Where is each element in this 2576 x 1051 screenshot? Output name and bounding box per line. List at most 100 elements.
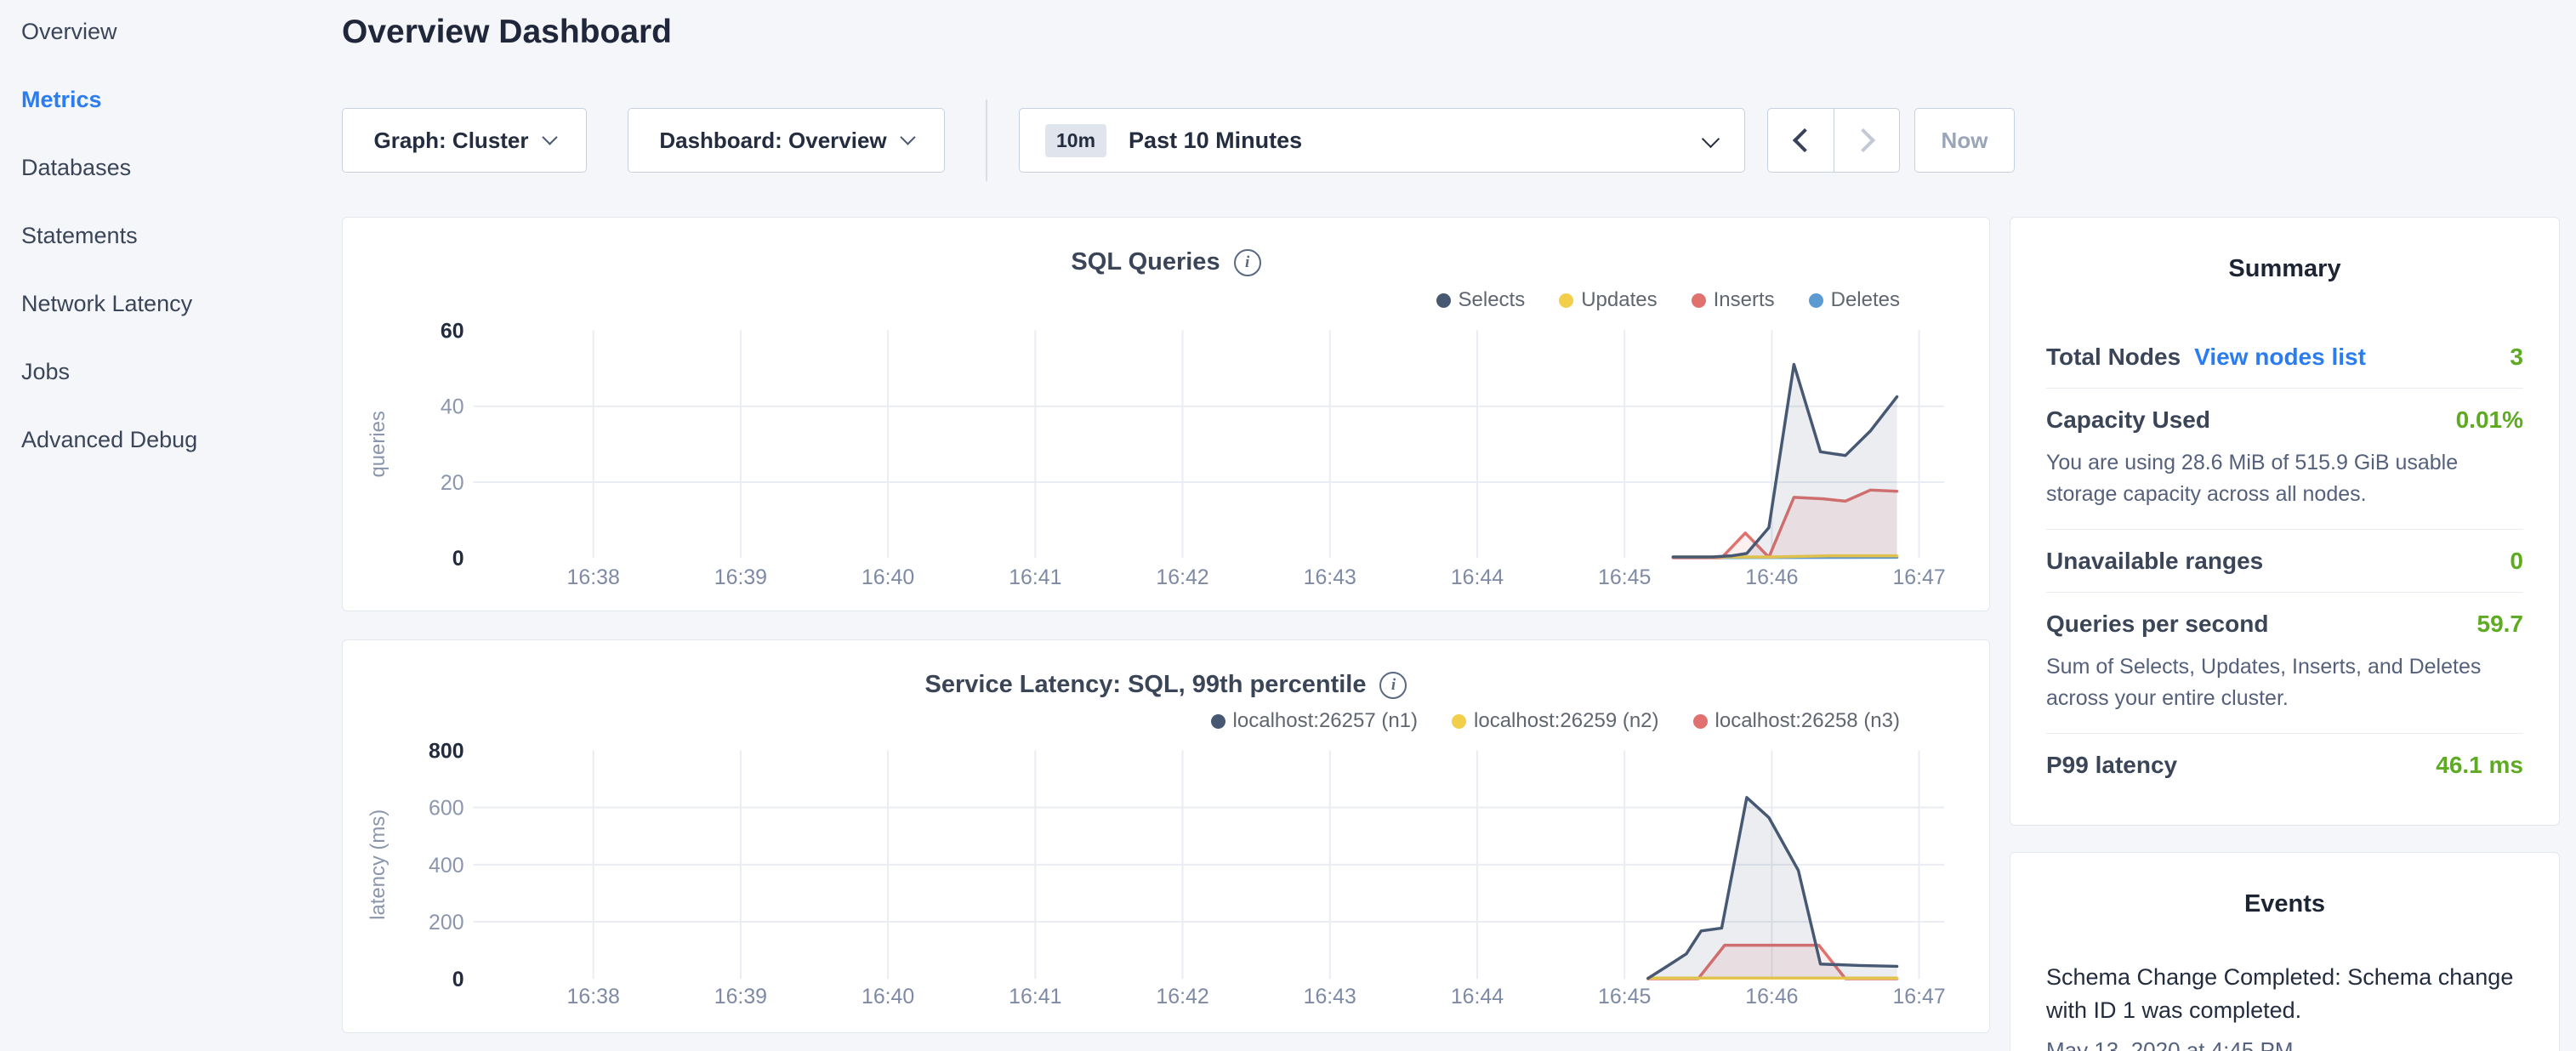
time-range-picker[interactable]: 10m Past 10 Minutes: [1019, 108, 1745, 173]
series-area-selects: [1673, 365, 1896, 559]
legend-dot-icon: [1809, 293, 1823, 308]
legend-item-updates[interactable]: Updates: [1559, 288, 1657, 312]
chart-legend: localhost:26257 (n1) localhost:26259 (n2)…: [1211, 709, 1900, 733]
controls-divider: [986, 99, 987, 181]
svg-text:16:38: 16:38: [567, 565, 620, 589]
sidebar-item-statements[interactable]: Statements: [21, 220, 333, 251]
series-line-localhost-26258-n3-: [1648, 946, 1897, 979]
summary-link-view-nodes-list[interactable]: View nodes list: [2194, 344, 2366, 371]
svg-text:16:45: 16:45: [1598, 985, 1651, 1008]
legend-item-localhost-26259-n2-[interactable]: localhost:26259 (n2): [1452, 709, 1658, 733]
sidebar-item-advanced-debug[interactable]: Advanced Debug: [21, 424, 333, 455]
legend-dot-icon: [1436, 293, 1451, 308]
events-panel: Events Schema Change Completed: Schema c…: [2010, 852, 2560, 1051]
dashboard-dropdown[interactable]: Dashboard: Overview: [628, 108, 945, 173]
sidebar-item-databases[interactable]: Databases: [21, 152, 333, 183]
time-pager: [1767, 108, 1900, 173]
summary-row: Unavailable ranges 0: [2046, 529, 2523, 592]
sidebar-nav: Overview Metrics Databases Statements Networ…: [0, 0, 333, 1051]
svg-text:0: 0: [452, 547, 464, 571]
legend-dot-icon: [1211, 714, 1225, 729]
events-title: Events: [2046, 890, 2523, 918]
legend-item-inserts[interactable]: Inserts: [1692, 288, 1775, 312]
svg-text:16:44: 16:44: [1451, 985, 1504, 1008]
sidebar-item-jobs[interactable]: Jobs: [21, 356, 333, 387]
svg-text:16:39: 16:39: [714, 565, 767, 589]
svg-text:16:43: 16:43: [1304, 985, 1356, 1008]
sidebar-item-metrics[interactable]: Metrics: [21, 84, 333, 115]
summary-row-label: P99 latency: [2046, 752, 2177, 779]
summary-row: Queries per second59.7Sum of Selects, Up…: [2046, 592, 2523, 733]
summary-row-value: 59.7: [2477, 611, 2524, 638]
svg-text:16:44: 16:44: [1451, 565, 1504, 589]
legend-label: Selects: [1459, 288, 1526, 312]
legend-item-selects[interactable]: Selects: [1436, 288, 1526, 312]
chevron-left-icon: [1792, 128, 1816, 152]
legend-dot-icon: [1559, 293, 1573, 308]
service-latency-chart: 020040060080016:3816:3916:4016:4116:4216…: [343, 640, 1989, 1032]
event-timestamp: May 13, 2020 at 4:45 PM: [2046, 1037, 2523, 1051]
series-line-localhost-26257-n1-: [1648, 798, 1897, 979]
summary-row: Total NodesView nodes list3: [2046, 326, 2523, 388]
svg-text:16:46: 16:46: [1745, 565, 1798, 589]
info-icon[interactable]: i: [1234, 249, 1261, 276]
dashboard-dropdown-label: Dashboard: Overview: [659, 128, 886, 154]
legend-item-deletes[interactable]: Deletes: [1809, 288, 1900, 312]
summary-row-value: 0: [2510, 548, 2523, 575]
svg-text:40: 40: [441, 395, 464, 419]
summary-rows: Total NodesView nodes list3Capacity Used…: [2046, 326, 2523, 796]
page-title: Overview Dashboard: [342, 14, 672, 51]
summary-row: Capacity Used0.01%You are using 28.6 MiB…: [2046, 388, 2523, 529]
time-range-badge: 10m: [1045, 124, 1106, 157]
svg-text:0: 0: [452, 968, 464, 991]
info-icon[interactable]: i: [1379, 672, 1407, 699]
next-time-button[interactable]: [1834, 109, 1899, 172]
svg-text:16:47: 16:47: [1892, 985, 1945, 1008]
svg-text:200: 200: [429, 911, 464, 935]
summary-title: Summary: [2046, 255, 2523, 283]
legend-label: localhost:26258 (n3): [1715, 709, 1900, 733]
svg-text:16:40: 16:40: [862, 565, 914, 589]
series-area-inserts: [1673, 490, 1896, 558]
legend-label: Updates: [1581, 288, 1657, 312]
series-area-localhost-26258-n3-: [1648, 946, 1897, 980]
service-latency-card: Service Latency: SQL, 99th percentile i …: [342, 639, 1990, 1033]
legend-item-localhost-26257-n1-[interactable]: localhost:26257 (n1): [1211, 709, 1418, 733]
legend-dot-icon: [1693, 714, 1708, 729]
svg-text:60: 60: [441, 319, 464, 343]
chevron-down-icon: [1702, 129, 1720, 147]
legend-dot-icon: [1452, 714, 1466, 729]
prev-time-button[interactable]: [1768, 109, 1834, 172]
now-button-label: Now: [1942, 128, 1988, 154]
svg-text:16:46: 16:46: [1745, 985, 1798, 1008]
svg-text:queries: queries: [367, 411, 390, 477]
summary-row-label: Total Nodes: [2046, 344, 2181, 371]
time-range-label: Past 10 Minutes: [1129, 128, 1302, 154]
svg-text:20: 20: [441, 471, 464, 495]
svg-text:16:42: 16:42: [1156, 985, 1208, 1008]
graph-dropdown-label: Graph: Cluster: [373, 128, 528, 154]
summary-row-subtext: You are using 28.6 MiB of 515.9 GiB usab…: [2046, 447, 2523, 510]
chart-title: Service Latency: SQL, 99th percentile: [925, 671, 1367, 699]
svg-text:400: 400: [429, 854, 464, 878]
summary-row-label: Unavailable ranges: [2046, 548, 2263, 575]
summary-row-value: 46.1 ms: [2436, 752, 2523, 779]
chart-legend: Selects Updates Inserts Deletes: [1436, 288, 1901, 312]
legend-item-localhost-26258-n3-[interactable]: localhost:26258 (n3): [1693, 709, 1900, 733]
summary-row-label: Capacity Used: [2046, 406, 2210, 434]
chart-title: SQL Queries: [1071, 248, 1220, 276]
now-button[interactable]: Now: [1914, 108, 2015, 173]
app-root: Overview Metrics Databases Statements Networ…: [0, 0, 2576, 1051]
chevron-right-icon: [1851, 128, 1875, 152]
sql-queries-chart: 020406016:3816:3916:4016:4116:4216:4316:…: [343, 218, 1989, 611]
series-line-updates: [1673, 556, 1896, 557]
graph-dropdown[interactable]: Graph: Cluster: [342, 108, 587, 173]
legend-dot-icon: [1692, 293, 1706, 308]
chevron-down-icon: [900, 129, 915, 145]
sidebar-item-network-latency[interactable]: Network Latency: [21, 288, 333, 319]
legend-label: localhost:26259 (n2): [1474, 709, 1658, 733]
sidebar-item-overview[interactable]: Overview: [21, 16, 333, 47]
svg-text:16:42: 16:42: [1156, 565, 1208, 589]
legend-label: localhost:26257 (n1): [1233, 709, 1418, 733]
series-area-localhost-26257-n1-: [1648, 798, 1897, 979]
